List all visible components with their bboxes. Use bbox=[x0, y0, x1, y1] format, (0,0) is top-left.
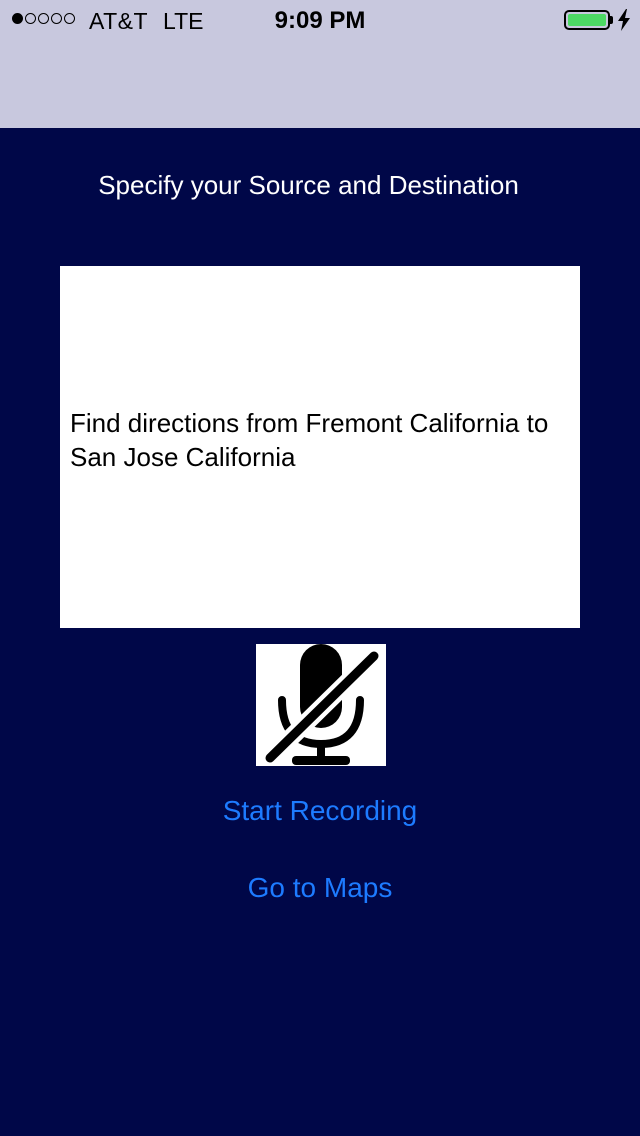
battery-level-fill bbox=[568, 14, 606, 26]
page-heading: Specify your Source and Destination bbox=[98, 170, 519, 200]
status-time: 9:09 PM bbox=[274, 7, 366, 34]
go-to-maps-button[interactable]: Go to Maps bbox=[0, 872, 640, 904]
status-bar-region: AT&T LTE 9:09 PM bbox=[0, 0, 640, 128]
battery-icon bbox=[564, 10, 610, 30]
microphone-slash-icon bbox=[261, 644, 383, 766]
app-screen: AT&T LTE 9:09 PM Specify your Source and… bbox=[0, 0, 640, 1136]
battery-tip bbox=[610, 16, 613, 24]
start-recording-button[interactable]: Start Recording bbox=[0, 795, 640, 827]
query-text: Find directions from Fremont California … bbox=[70, 408, 549, 472]
charging-bolt-icon bbox=[618, 9, 630, 31]
status-bar: AT&T LTE 9:09 PM bbox=[0, 0, 640, 40]
query-text-view[interactable]: Find directions from Fremont California … bbox=[60, 266, 580, 628]
microphone-button[interactable] bbox=[256, 644, 386, 766]
